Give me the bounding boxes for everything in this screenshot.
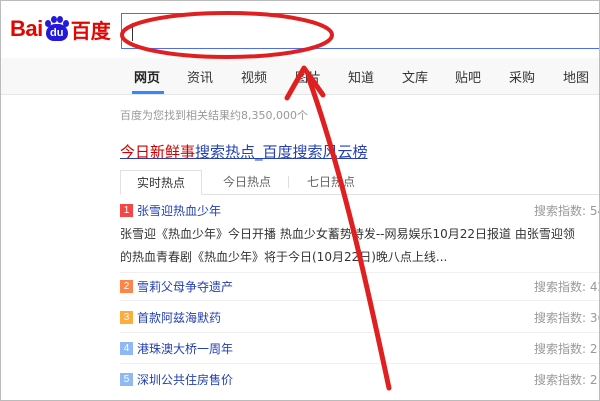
text-caret	[132, 23, 133, 41]
rank-badge: 4	[120, 342, 133, 355]
nav-item-tieba[interactable]: 贴吧	[455, 67, 481, 86]
paw-icon: du	[44, 16, 70, 42]
search-index: 搜索指数: 2	[534, 342, 598, 356]
hot-topics-title-link[interactable]: 今日新鲜事搜索热点_百度搜索风云榜	[120, 141, 368, 162]
snippet-line: 张雪迎《热血少年》今日开播 热血少女蓄势待发--网易娱乐10月22日报道 由张雪…	[120, 227, 575, 241]
nav-item-wenku[interactable]: 文库	[402, 67, 428, 86]
rank-badge: 2	[120, 280, 133, 293]
hot-list-item: 2 雪莉父母争夺遗产 搜索指数: 42	[120, 278, 600, 296]
rank-badge: 3	[120, 311, 133, 324]
search-index: 搜索指数: 2	[534, 373, 598, 387]
nav-item-web[interactable]: 网页	[134, 67, 160, 86]
tab-week-hot[interactable]: 七日热点	[301, 170, 361, 194]
hot-title-rest: 搜索热点_百度搜索风云榜	[195, 143, 368, 161]
row-divider	[120, 300, 600, 301]
logo-chinese-text: 百度	[70, 18, 111, 43]
search-input[interactable]	[121, 13, 600, 49]
search-index: 搜索指数: 54	[534, 204, 600, 218]
row-divider	[120, 363, 600, 364]
hot-item-link[interactable]: 港珠澳大桥一周年	[137, 340, 233, 358]
hot-item-link[interactable]: 首款阿兹海默药	[137, 309, 221, 327]
hot-topics-tabs: 实时热点 今日热点 七日热点	[120, 170, 600, 195]
baidu-logo[interactable]: Bai du 百度	[10, 14, 111, 44]
active-tab-indicator	[132, 91, 164, 94]
snippet-line: 的热血青春剧《热血少年》将于今日(10月22日)晚八点上线...	[120, 250, 448, 264]
hot-list-item: 4 港珠澳大桥一周年 搜索指数: 2	[120, 340, 600, 358]
search-index: 搜索指数: 42	[534, 280, 600, 294]
hot-item-link[interactable]: 深圳公共住房售价	[137, 371, 233, 389]
hot-item-snippet: 张雪迎《热血少年》今日开播 热血少女蓄势待发--网易娱乐10月22日报道 由张雪…	[120, 223, 600, 269]
hot-list-item: 5 深圳公共住房售价 搜索指数: 2	[120, 371, 600, 389]
nav-item-images[interactable]: 图片	[295, 67, 321, 86]
tab-realtime-hot[interactable]: 实时热点	[120, 170, 202, 195]
logo-latin-text: Bai	[10, 16, 43, 41]
row-divider	[120, 272, 600, 273]
hot-list-item: 1 张雪迎热血少年 搜索指数: 54	[120, 202, 600, 220]
search-tabs-nav: 网页 资讯 视频 图片 知道 文库 贴吧 采购 地图	[0, 58, 600, 95]
nav-item-purchase[interactable]: 采购	[509, 67, 535, 86]
hot-title-highlight: 今日新鲜事	[120, 143, 196, 161]
search-index: 搜索指数: 36	[534, 311, 600, 325]
hot-list-item: 3 首款阿兹海默药 搜索指数: 36	[120, 309, 600, 327]
nav-item-map[interactable]: 地图	[563, 67, 589, 86]
nav-item-video[interactable]: 视频	[241, 67, 267, 86]
hot-item-link[interactable]: 雪莉父母争夺遗产	[137, 278, 233, 296]
nav-item-news[interactable]: 资讯	[187, 67, 213, 86]
paw-text: du	[45, 24, 68, 41]
tab-today-hot[interactable]: 今日热点	[217, 170, 277, 194]
rank-badge: 5	[120, 373, 133, 386]
header: Bai du 百度	[0, 0, 600, 58]
nav-item-zhidao[interactable]: 知道	[348, 67, 374, 86]
row-divider	[120, 332, 600, 333]
result-count: 百度为您找到相关结果约8,350,000个	[120, 109, 308, 122]
hot-item-link[interactable]: 张雪迎热血少年	[137, 202, 221, 220]
tab-separator	[288, 176, 289, 188]
rank-badge: 1	[120, 204, 133, 217]
